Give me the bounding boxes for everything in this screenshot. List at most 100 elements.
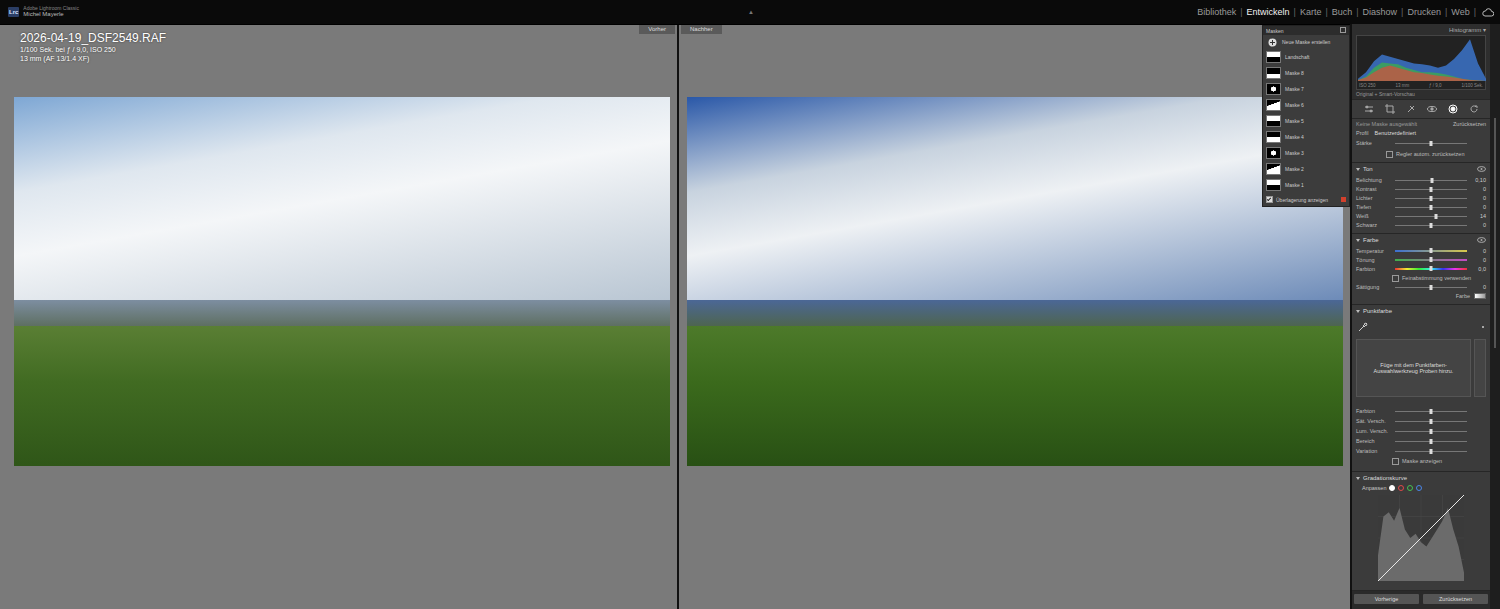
eye-icon[interactable] bbox=[1477, 237, 1486, 243]
auto-reset-checkbox[interactable] bbox=[1386, 151, 1393, 158]
module-separator: | bbox=[1325, 7, 1327, 17]
mask-tool-icon[interactable] bbox=[1448, 104, 1458, 114]
footer-button[interactable]: Vorherige bbox=[1354, 594, 1419, 604]
slider[interactable] bbox=[1395, 259, 1467, 261]
section-header[interactable]: Gradationskurve bbox=[1356, 474, 1486, 484]
top-bar: LrcAdobe Lightroom ClassicMichel Mayerle… bbox=[0, 0, 1500, 24]
section-header[interactable]: Ton bbox=[1356, 165, 1486, 175]
slider[interactable] bbox=[1395, 198, 1467, 199]
module-tab[interactable]: Drucken bbox=[1407, 7, 1441, 17]
mask-item[interactable]: Maske 1 bbox=[1263, 177, 1349, 193]
mask-item[interactable]: Landschaft bbox=[1263, 49, 1349, 65]
module-tab[interactable]: Karte bbox=[1300, 7, 1322, 17]
slider-value[interactable]: 0 bbox=[1470, 195, 1486, 201]
slider-value[interactable]: 0,0 bbox=[1470, 266, 1486, 272]
heal-tool-icon[interactable] bbox=[1406, 104, 1416, 114]
color-swatch[interactable] bbox=[1474, 293, 1486, 299]
product-name: Adobe Lightroom Classic bbox=[23, 6, 79, 11]
slider[interactable] bbox=[1395, 225, 1467, 226]
amount-slider[interactable] bbox=[1395, 143, 1467, 144]
slider-label: Sättigung bbox=[1356, 284, 1392, 290]
footer-button[interactable]: Zurücksetzen bbox=[1423, 594, 1488, 604]
module-tab[interactable]: Entwickeln bbox=[1247, 7, 1290, 17]
view-label: Nachher bbox=[681, 25, 722, 34]
slider[interactable] bbox=[1395, 180, 1467, 181]
histogram-readout: ISO 250 bbox=[1359, 83, 1376, 88]
exposure-info: 1/100 Sek. bei ƒ / 9,0, ISO 250 bbox=[20, 45, 166, 54]
slider[interactable] bbox=[1395, 268, 1467, 270]
mask-item[interactable]: Maske 3 bbox=[1263, 145, 1349, 161]
slider[interactable] bbox=[1395, 287, 1467, 288]
photo[interactable] bbox=[14, 97, 670, 466]
slider[interactable] bbox=[1395, 411, 1467, 412]
photo[interactable] bbox=[687, 97, 1343, 466]
histogram-readout: 1/100 Sek. bbox=[1461, 83, 1483, 88]
mask-item[interactable]: Maske 6 bbox=[1263, 97, 1349, 113]
slider[interactable] bbox=[1395, 441, 1467, 442]
checkbox[interactable] bbox=[1392, 458, 1399, 465]
collapse-icon[interactable] bbox=[1340, 27, 1346, 33]
slider[interactable] bbox=[1395, 216, 1467, 217]
mask-item[interactable]: Maske 4 bbox=[1263, 129, 1349, 145]
module-tab[interactable]: Diashow bbox=[1363, 7, 1398, 17]
module-separator: | bbox=[1240, 7, 1242, 17]
create-mask-button[interactable]: Neue Maske erstellen bbox=[1263, 35, 1349, 49]
point-color-section: PunktfarbeFüge mit dem Punktfarben-Auswa… bbox=[1352, 305, 1490, 472]
slider-label: Lichter bbox=[1356, 195, 1392, 201]
section-header[interactable]: Punktfarbe bbox=[1356, 307, 1486, 317]
slider[interactable] bbox=[1395, 431, 1467, 432]
mask-item[interactable]: Maske 8 bbox=[1263, 65, 1349, 81]
module-tab[interactable]: Web bbox=[1451, 7, 1469, 17]
tone-curve-section: GradationskurveAnpassen bbox=[1352, 472, 1490, 591]
view-divider bbox=[677, 25, 679, 609]
overlay-color-swatch[interactable] bbox=[1341, 197, 1346, 202]
module-tab[interactable]: Buch bbox=[1332, 7, 1353, 17]
slider[interactable] bbox=[1395, 421, 1467, 422]
slider-value[interactable]: 0 bbox=[1470, 284, 1486, 290]
eyedropper-icon[interactable] bbox=[1358, 322, 1368, 332]
crop-tool-icon[interactable] bbox=[1385, 104, 1395, 114]
mask-item[interactable]: Maske 7 bbox=[1263, 81, 1349, 97]
slider-value[interactable]: 0 bbox=[1470, 257, 1486, 263]
slider-label: Lum. Versch. bbox=[1356, 428, 1392, 434]
profile-label: Profil bbox=[1356, 130, 1369, 136]
channel-button[interactable] bbox=[1407, 485, 1413, 491]
scroll-thumb[interactable] bbox=[1494, 118, 1496, 348]
scrollbar[interactable] bbox=[1490, 24, 1500, 609]
edit-tool-icon[interactable] bbox=[1364, 104, 1374, 114]
overlay-checkbox[interactable] bbox=[1266, 196, 1273, 203]
cloud-icon[interactable] bbox=[1482, 8, 1494, 17]
slider-value[interactable]: 0 bbox=[1470, 248, 1486, 254]
slider[interactable] bbox=[1395, 250, 1467, 252]
profile-dropdown[interactable]: Benutzerdefiniert bbox=[1375, 130, 1417, 136]
reset-tool-icon[interactable] bbox=[1469, 104, 1479, 114]
slider-value[interactable]: 0 bbox=[1470, 222, 1486, 228]
module-tab[interactable]: Bibliothek bbox=[1197, 7, 1236, 17]
channel-button[interactable] bbox=[1398, 485, 1404, 491]
channel-button[interactable] bbox=[1389, 485, 1395, 491]
histogram-panel: Histogramm ▾ISO 25013 mmƒ / 9,01/100 Sek… bbox=[1352, 24, 1490, 100]
mask-settings: Keine Maske ausgewähltZurücksetzenProfil… bbox=[1352, 119, 1490, 163]
slider[interactable] bbox=[1395, 189, 1467, 190]
checkbox[interactable] bbox=[1392, 275, 1399, 282]
reset-mask-button[interactable]: Zurücksetzen bbox=[1453, 121, 1486, 127]
slider-value[interactable]: 0,10 bbox=[1470, 177, 1486, 183]
menu-dot[interactable] bbox=[1482, 326, 1484, 328]
color-label: Farbe bbox=[1456, 293, 1470, 299]
redeye-tool-icon[interactable] bbox=[1427, 104, 1437, 114]
slider-value[interactable]: 0 bbox=[1470, 186, 1486, 192]
app-logo: Lrc bbox=[8, 7, 19, 17]
eye-icon[interactable] bbox=[1477, 166, 1486, 172]
slider-value[interactable]: 14 bbox=[1470, 213, 1486, 219]
slider[interactable] bbox=[1395, 451, 1467, 452]
slider-label: Temperatur bbox=[1356, 248, 1392, 254]
channel-button[interactable] bbox=[1416, 485, 1422, 491]
mask-item[interactable]: Maske 2 bbox=[1263, 161, 1349, 177]
slider[interactable] bbox=[1395, 207, 1467, 208]
mask-item[interactable]: Maske 5 bbox=[1263, 113, 1349, 129]
slider-label: Farbton bbox=[1356, 408, 1392, 414]
tone-curve-chart[interactable] bbox=[1378, 495, 1464, 581]
collapse-top-button[interactable]: ▲ bbox=[748, 9, 754, 15]
section-header[interactable]: Farbe bbox=[1356, 236, 1486, 246]
slider-value[interactable]: 0 bbox=[1470, 204, 1486, 210]
